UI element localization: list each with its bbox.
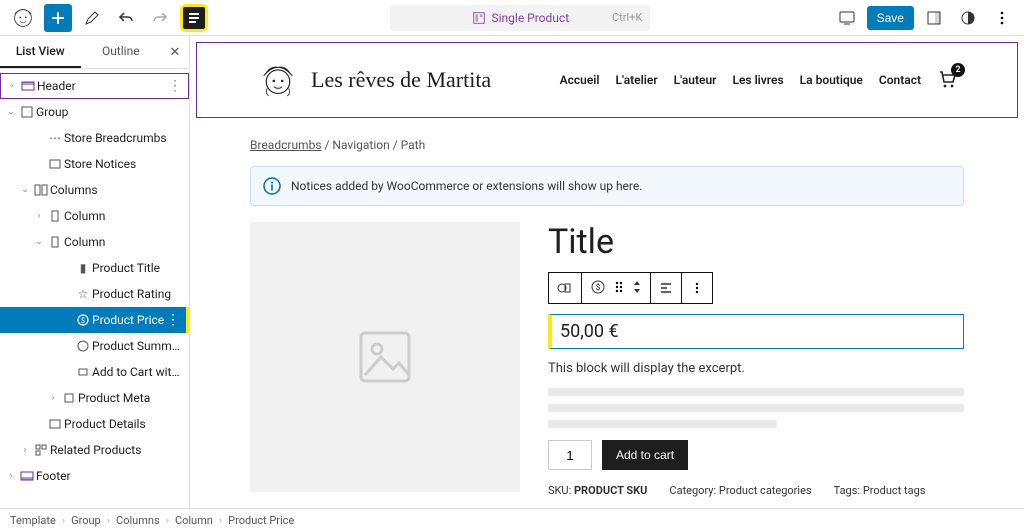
tree-item-columns[interactable]: ⌄Columns (0, 177, 189, 203)
cart-button[interactable]: 2 (937, 69, 957, 92)
breadcrumbs-block[interactable]: Breadcrumbs / Navigation / Path (250, 138, 964, 152)
document-overview-button[interactable] (180, 4, 208, 32)
tree-item-product-details[interactable]: Product Details (0, 411, 189, 437)
product-price-block[interactable]: 50,00 € (548, 314, 964, 349)
crumb[interactable]: Columns (116, 514, 160, 527)
site-title: Les rêves de Martita (311, 67, 491, 93)
block-toolbar: $ (548, 272, 713, 304)
undo-button[interactable] (112, 4, 140, 32)
quantity-input[interactable] (548, 440, 592, 470)
tree-item-related-products[interactable]: ›Related Products (0, 437, 189, 463)
shortcut-hint: Ctrl+K (612, 11, 642, 24)
styles-button[interactable] (954, 4, 982, 32)
product-meta-block[interactable]: SKU: PRODUCT SKU Category: Product categ… (548, 484, 964, 497)
add-to-cart-button[interactable]: Add to cart (602, 440, 688, 470)
site-brand[interactable]: Les rêves de Martita (257, 59, 491, 101)
tree-item-add-to-cart[interactable]: Add to Cart with Options (0, 359, 189, 385)
tab-outline[interactable]: Outline (81, 36, 162, 68)
logo-face-icon (257, 59, 299, 101)
tree-item-product-meta[interactable]: ›Product Meta (0, 385, 189, 411)
editor-topbar: Single Product Ctrl+K Save (0, 0, 1024, 36)
face-sketch-icon (9, 4, 37, 32)
nav-link[interactable]: La boutique (800, 73, 863, 87)
site-header-block[interactable]: Les rêves de Martita Accueil L'atelier L… (196, 42, 1018, 118)
document-title-chip[interactable]: Single Product Ctrl+K (390, 5, 650, 31)
drag-handle[interactable] (614, 280, 624, 297)
document-title: Single Product (492, 11, 570, 25)
nav-link[interactable]: L'atelier (616, 73, 658, 87)
tree-item-product-price[interactable]: $Product Price⋮ (0, 307, 189, 333)
skeleton-line (548, 420, 777, 428)
tree-item-column-2[interactable]: ⌄Column (0, 229, 189, 255)
tree-item-header[interactable]: ›Header⋮ (0, 73, 189, 99)
redo-button[interactable] (146, 4, 174, 32)
save-button[interactable]: Save (867, 6, 914, 30)
svg-text:$: $ (81, 317, 85, 325)
tree-item-footer[interactable]: ›Footer (0, 463, 189, 489)
settings-sidebar-button[interactable] (920, 4, 948, 32)
product-image-placeholder[interactable] (250, 222, 520, 492)
tree-item-store-notices[interactable]: Store Notices (0, 151, 189, 177)
editor-canvas[interactable]: Les rêves de Martita Accueil L'atelier L… (190, 36, 1024, 508)
tree-item-product-summary[interactable]: Product Summary (0, 333, 189, 359)
template-icon (472, 11, 486, 25)
crumb[interactable]: Column (175, 514, 213, 527)
more-options-button[interactable] (988, 4, 1016, 32)
block-more-button[interactable] (682, 273, 712, 303)
site-avatar[interactable] (8, 3, 38, 33)
info-icon (263, 177, 281, 195)
crumb[interactable]: Template (10, 514, 56, 527)
crumb[interactable]: Group (71, 514, 101, 527)
nav-link[interactable]: Les livres (732, 73, 783, 87)
site-nav: Accueil L'atelier L'auteur Les livres La… (560, 69, 957, 92)
tab-list-view[interactable]: List View (0, 36, 81, 68)
tree-item-column-1[interactable]: ›Column (0, 203, 189, 229)
move-up-down[interactable] (632, 280, 642, 297)
nav-link[interactable]: Contact (879, 73, 921, 87)
image-placeholder-icon (355, 327, 415, 387)
close-panel-button[interactable]: ✕ (161, 36, 189, 68)
tree-item-more[interactable]: ⋮ (166, 312, 180, 328)
store-notices-block[interactable]: Notices added by WooCommerce or extensio… (250, 166, 964, 206)
tree-item-product-rating[interactable]: ☆Product Rating (0, 281, 189, 307)
notice-text: Notices added by WooCommerce or extensio… (291, 179, 642, 193)
tree-item-product-title[interactable]: ▮Product Title (0, 255, 189, 281)
svg-text:$: $ (596, 283, 601, 292)
product-title-block[interactable]: Title (548, 222, 964, 262)
price-icon-button[interactable]: $ (590, 279, 606, 298)
breadcrumb-footer: Template› Group› Columns› Column› Produc… (0, 508, 1024, 532)
tree-item-more[interactable]: ⋮ (168, 78, 182, 94)
tree-item-group[interactable]: ⌄Group (0, 99, 189, 125)
add-to-cart-block[interactable]: Add to cart (548, 440, 964, 470)
add-block-button[interactable] (44, 4, 72, 32)
nav-link[interactable]: Accueil (560, 73, 600, 87)
block-tree: ›Header⋮ ⌄Group ⋯Store Breadcrumbs Store… (0, 69, 189, 493)
block-type-button[interactable] (549, 273, 582, 303)
skeleton-line (548, 388, 964, 396)
nav-link[interactable]: L'auteur (674, 73, 717, 87)
align-button[interactable] (651, 273, 682, 303)
skeleton-line (548, 404, 964, 412)
list-view-panel: List View Outline ✕ ›Header⋮ ⌄Group ⋯Sto… (0, 36, 190, 508)
cart-count-badge: 2 (951, 63, 965, 77)
edit-tool-button[interactable] (78, 4, 106, 32)
view-desktop-button[interactable] (833, 4, 861, 32)
tree-item-store-breadcrumbs[interactable]: ⋯Store Breadcrumbs (0, 125, 189, 151)
crumb[interactable]: Product Price (228, 514, 294, 527)
product-summary-block[interactable]: This block will display the excerpt. (548, 361, 964, 376)
